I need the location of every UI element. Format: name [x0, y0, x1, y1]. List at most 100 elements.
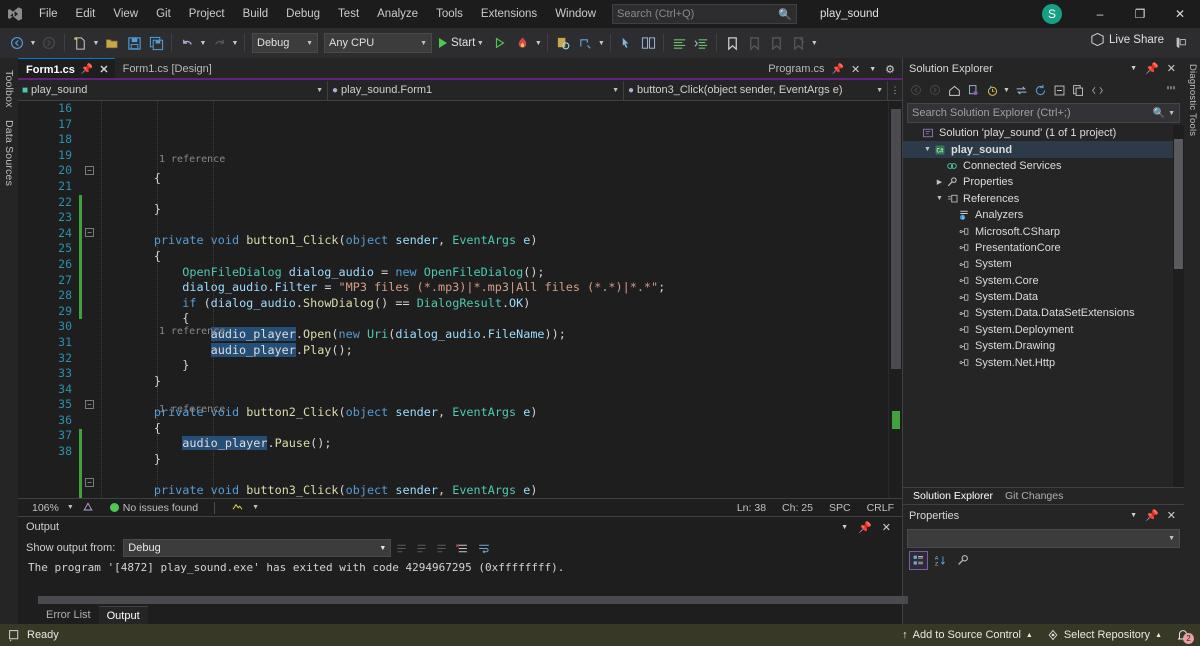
- fold-toggle-icon[interactable]: −: [85, 166, 94, 175]
- code-line[interactable]: {: [97, 171, 888, 187]
- twisty-expanded-icon[interactable]: ▼: [921, 146, 934, 153]
- tab-git-changes[interactable]: Git Changes: [999, 488, 1069, 505]
- chevron-down-icon[interactable]: ▼: [1126, 512, 1141, 519]
- code-line[interactable]: {: [97, 249, 888, 265]
- menu-analyze[interactable]: Analyze: [368, 0, 427, 28]
- sync-with-active-document-icon[interactable]: [1012, 81, 1030, 99]
- code-text[interactable]: { } 1 reference private void button1_Cli…: [97, 101, 888, 498]
- new-item-icon[interactable]: [69, 32, 91, 54]
- menu-tools[interactable]: Tools: [427, 0, 472, 28]
- issues-status[interactable]: No issues found: [102, 502, 206, 514]
- codelens-reference[interactable]: 1 reference: [97, 402, 225, 418]
- code-editor[interactable]: 1617181920212223242526272829303132333435…: [18, 101, 902, 498]
- line-ending-indicator[interactable]: CRLF: [859, 502, 902, 514]
- close-icon[interactable]: ✕: [1163, 509, 1180, 522]
- menu-test[interactable]: Test: [329, 0, 368, 28]
- property-pages-icon[interactable]: [953, 551, 972, 570]
- close-button[interactable]: ✕: [1160, 0, 1200, 28]
- comment-selection-icon[interactable]: [668, 32, 690, 54]
- maximize-button[interactable]: ❐: [1120, 0, 1160, 28]
- scrollbar-thumb[interactable]: [38, 596, 908, 604]
- select-tool-icon[interactable]: [574, 32, 596, 54]
- twisty-collapsed-icon[interactable]: ▶: [933, 178, 946, 186]
- class-dropdown[interactable]: ● play_sound.Form1 ▼: [328, 81, 624, 100]
- undo-dropdown-icon[interactable]: ▼: [198, 40, 208, 47]
- feedback-icon[interactable]: [1170, 32, 1192, 54]
- pending-changes-icon[interactable]: [964, 81, 982, 99]
- navigate-backward-dropdown-icon[interactable]: ▼: [28, 40, 38, 47]
- undo-icon[interactable]: [176, 32, 198, 54]
- refresh-icon[interactable]: [1031, 81, 1049, 99]
- pin-icon[interactable]: 📌: [829, 64, 847, 75]
- chevron-down-icon[interactable]: ▼: [1126, 65, 1141, 72]
- save-icon[interactable]: [123, 32, 145, 54]
- menu-git[interactable]: Git: [147, 0, 180, 28]
- tab-list-chevron-down-icon[interactable]: ▼: [864, 66, 881, 73]
- member-dropdown[interactable]: ● button3_Click(object sender, EventArgs…: [624, 81, 888, 100]
- pin-icon[interactable]: 📌: [81, 64, 93, 75]
- solution-explorer-search-input[interactable]: Search Solution Explorer (Ctrl+;) 🔍 ▼: [907, 103, 1180, 123]
- menu-debug[interactable]: Debug: [277, 0, 329, 28]
- tree-item[interactable]: Connected Services: [903, 158, 1184, 174]
- properties-icon[interactable]: [1162, 81, 1180, 99]
- tab-output[interactable]: Output: [99, 606, 148, 624]
- start-debug-button[interactable]: Start ▼: [435, 32, 489, 54]
- code-folding-gutter[interactable]: − − − −: [83, 101, 97, 498]
- code-line[interactable]: OpenFileDialog dialog_audio = new OpenFi…: [97, 265, 888, 281]
- avatar[interactable]: S: [1042, 4, 1062, 24]
- properties-object-dropdown[interactable]: ▼: [907, 529, 1180, 548]
- errorlist-icon[interactable]: [74, 501, 102, 514]
- compare-files-icon[interactable]: [637, 32, 659, 54]
- output-horizontal-scrollbar[interactable]: [18, 595, 902, 606]
- code-line[interactable]: private void button3_Click(object sender…: [97, 483, 888, 498]
- code-line[interactable]: audio_player.Play();: [97, 343, 888, 359]
- start-dropdown-icon[interactable]: ▼: [475, 40, 485, 47]
- view-code-icon[interactable]: [1088, 81, 1106, 99]
- tree-item[interactable]: System.Data.DataSetExtensions: [903, 305, 1184, 321]
- menu-edit[interactable]: Edit: [67, 0, 105, 28]
- hot-reload-icon[interactable]: [511, 32, 533, 54]
- live-share-button[interactable]: Live Share: [1090, 32, 1164, 47]
- split-view-icon[interactable]: ⋮: [888, 85, 902, 96]
- solution-platform-dropdown[interactable]: Any CPU ▼: [324, 33, 432, 53]
- menu-window[interactable]: Window: [546, 0, 605, 28]
- add-to-source-control-button[interactable]: ↑ Add to Source Control ▲: [902, 629, 1033, 641]
- solution-tree[interactable]: Solution 'play_sound' (1 of 1 project)▼C…: [903, 125, 1184, 487]
- tree-item[interactable]: ▶Properties: [903, 174, 1184, 190]
- tab-program-cs-label[interactable]: Program.cs: [764, 63, 828, 75]
- tree-item[interactable]: System.Core: [903, 273, 1184, 289]
- solution-configuration-dropdown[interactable]: Debug ▼: [252, 33, 318, 53]
- code-line[interactable]: }: [97, 358, 888, 374]
- gear-icon[interactable]: ⚙: [881, 63, 899, 76]
- notifications-button[interactable]: 2: [1176, 628, 1190, 642]
- cursor-pointer-icon[interactable]: [615, 32, 637, 54]
- history-icon[interactable]: [983, 81, 1001, 99]
- chevron-down-icon[interactable]: ▼: [836, 524, 853, 531]
- code-line[interactable]: [97, 467, 888, 483]
- tree-item[interactable]: System.Drawing: [903, 338, 1184, 354]
- code-line[interactable]: dialog_audio.Filter = "MP3 files (*.mp3)…: [97, 280, 888, 296]
- code-line[interactable]: }: [97, 452, 888, 468]
- code-line[interactable]: }: [97, 374, 888, 390]
- code-line[interactable]: audio_player.Pause();: [97, 436, 888, 452]
- intellicode-icon[interactable]: [223, 501, 252, 514]
- hot-reload-dropdown-icon[interactable]: ▼: [533, 40, 543, 47]
- twisty-expanded-icon[interactable]: ▼: [933, 195, 946, 202]
- close-icon[interactable]: ✕: [847, 63, 864, 76]
- minimize-button[interactable]: –: [1080, 0, 1120, 28]
- menu-file[interactable]: File: [30, 0, 67, 28]
- menu-build[interactable]: Build: [234, 0, 278, 28]
- menu-project[interactable]: Project: [180, 0, 234, 28]
- tab-form1-cs-design[interactable]: Form1.cs [Design]: [115, 58, 218, 80]
- tree-item[interactable]: System.Net.Http: [903, 354, 1184, 370]
- tab-form1-cs[interactable]: Form1.cs 📌 ✕: [18, 58, 115, 80]
- code-line[interactable]: [97, 187, 888, 203]
- menu-view[interactable]: View: [104, 0, 147, 28]
- search-input[interactable]: Search (Ctrl+Q) 🔍: [612, 4, 797, 24]
- code-line[interactable]: if (dialog_audio.ShowDialog() == DialogR…: [97, 296, 888, 312]
- zoom-level[interactable]: 106%: [24, 502, 67, 514]
- intellicode-chevron-down-icon[interactable]: ▼: [252, 504, 259, 511]
- home-icon[interactable]: [945, 81, 963, 99]
- editor-vertical-scrollbar[interactable]: [888, 101, 902, 498]
- toggle-bookmark-icon[interactable]: [721, 32, 743, 54]
